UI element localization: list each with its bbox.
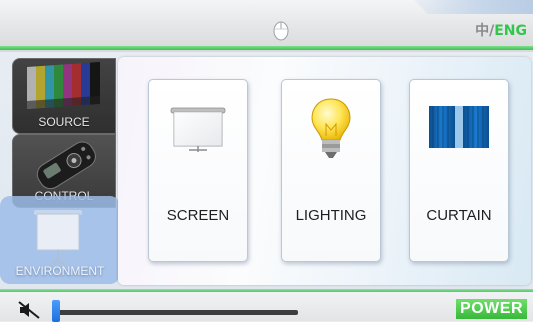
screen-card[interactable]: SCREEN (148, 79, 248, 262)
card-label: LIGHTING (295, 207, 367, 224)
environment-panel: SCREEN LIGHTING CURTAIN (118, 57, 531, 285)
light-bulb-icon (311, 98, 351, 158)
header-accent (414, 0, 533, 14)
lang-english[interactable]: ENG (494, 23, 527, 39)
lighting-card[interactable]: LIGHTING (281, 79, 381, 262)
lang-chinese[interactable]: 中 (475, 23, 489, 39)
mute-speaker-icon[interactable] (18, 301, 40, 319)
sidebar-item-label: ENVIRONMENT (15, 264, 105, 278)
header-divider (0, 46, 533, 50)
footer-divider (0, 289, 533, 292)
curtain-card[interactable]: CURTAIN (409, 79, 509, 262)
footer-bar: POWER (0, 289, 533, 322)
language-toggle[interactable]: 中/ENG (475, 20, 527, 40)
mouse-icon[interactable] (272, 19, 290, 41)
power-button[interactable]: POWER (456, 299, 527, 319)
card-label: SCREEN (166, 207, 230, 224)
sidebar-item-source[interactable]: SOURCE (12, 58, 116, 134)
sidebar-item-label: SOURCE (38, 115, 90, 129)
projector-screen-icon (170, 107, 226, 152)
volume-slider-track[interactable] (56, 310, 298, 315)
card-label: CURTAIN (426, 207, 492, 224)
volume-slider-thumb[interactable] (52, 300, 60, 322)
sidebar-item-environment[interactable]: ENVIRONMENT (0, 196, 120, 284)
curtain-icon (429, 106, 489, 148)
header-bar: 中/ENG (0, 0, 533, 52)
